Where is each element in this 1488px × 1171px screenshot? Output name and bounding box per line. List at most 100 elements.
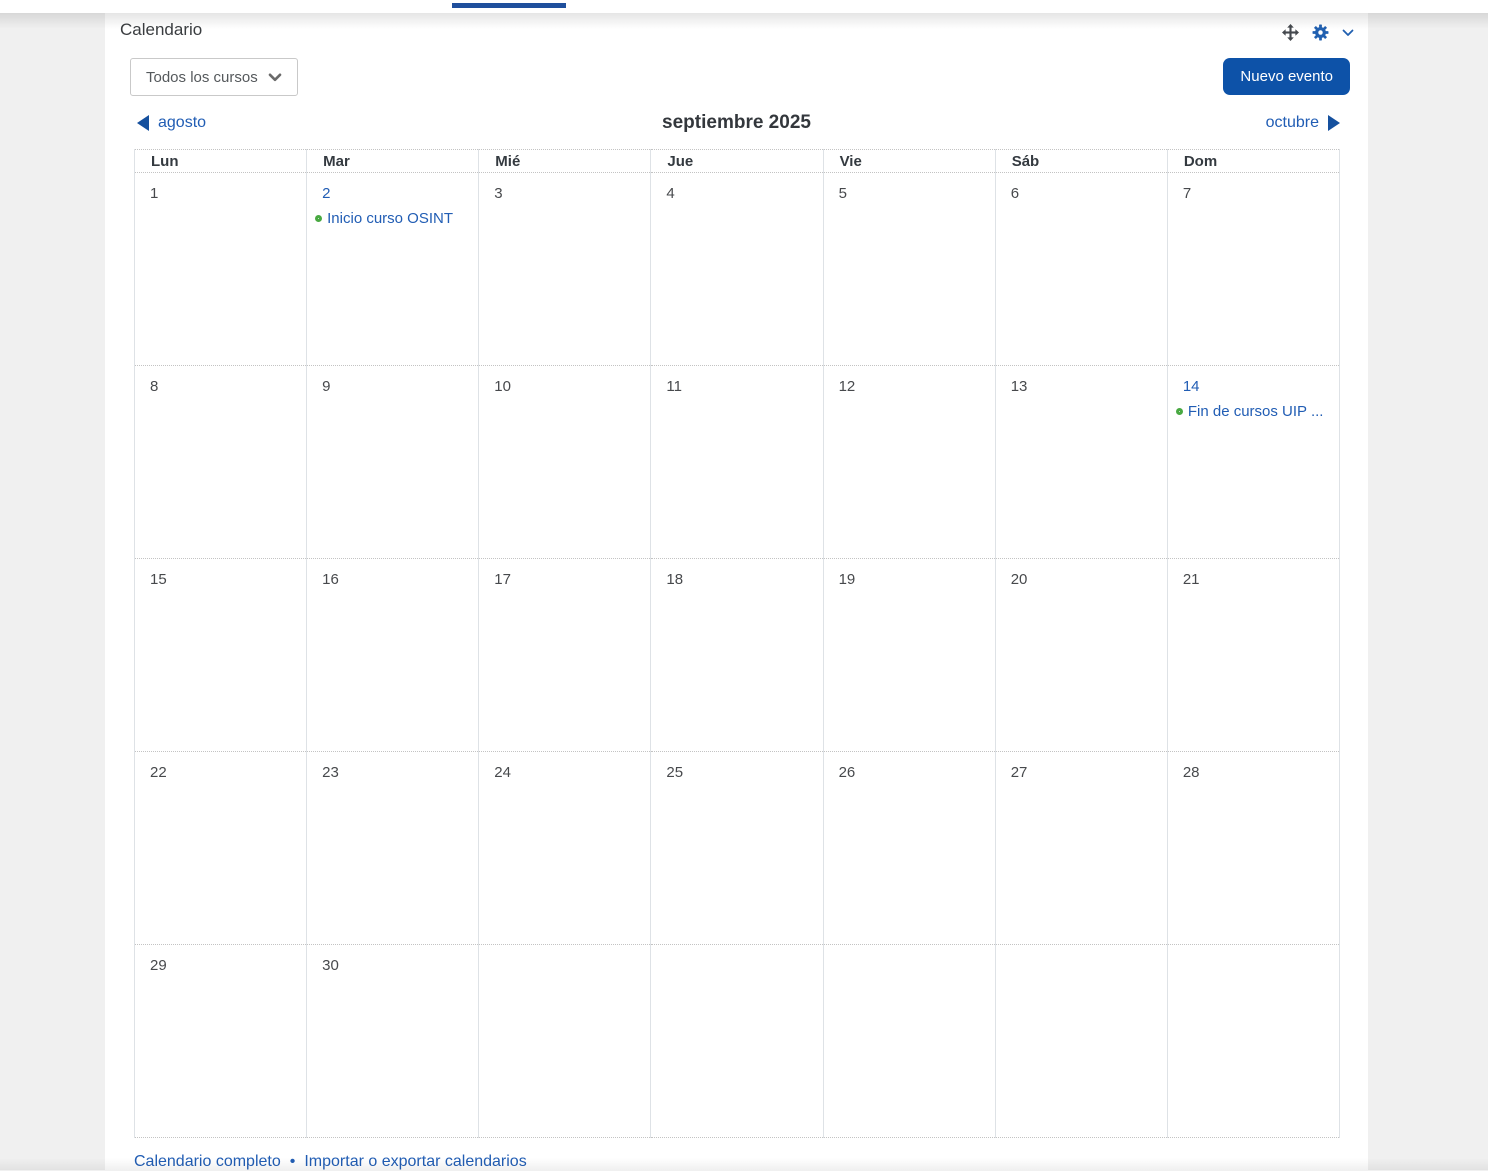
block-actions	[1282, 20, 1354, 41]
day-number: 10	[494, 378, 511, 395]
weekday-header: Mié	[479, 150, 651, 173]
day-cell-20: 20	[995, 559, 1167, 752]
day-cell-22: 22	[135, 752, 307, 945]
day-number: 26	[839, 764, 856, 781]
day-number: 3	[494, 185, 502, 202]
day-cell-26: 26	[823, 752, 995, 945]
day-number: 5	[839, 185, 847, 202]
day-cell-12: 12	[823, 366, 995, 559]
day-cell-empty	[479, 945, 651, 1138]
day-cell-24: 24	[479, 752, 651, 945]
day-cell-8: 8	[135, 366, 307, 559]
full-calendar-link[interactable]: Calendario completo	[134, 1153, 281, 1171]
weekday-header: Lun	[135, 150, 307, 173]
day-number: 28	[1183, 764, 1200, 781]
day-cell-25: 25	[651, 752, 823, 945]
day-number: 20	[1011, 571, 1028, 588]
active-tab-indicator	[452, 3, 566, 8]
separator-dot: •	[290, 1153, 296, 1171]
caret-down-icon	[268, 73, 282, 82]
day-cell-27: 27	[995, 752, 1167, 945]
day-number: 16	[322, 571, 339, 588]
calendar-toolbar: Todos los cursos Nuevo evento	[105, 58, 1368, 96]
calendar-footer: Calendario completo • Importar o exporta…	[134, 1153, 1368, 1171]
event-link[interactable]: Inicio curso OSINT	[315, 210, 472, 227]
day-number: 18	[666, 571, 683, 588]
day-cell-3: 3	[479, 173, 651, 366]
gear-icon[interactable]	[1312, 24, 1329, 41]
weekday-header: Vie	[823, 150, 995, 173]
day-cell-10: 10	[479, 366, 651, 559]
move-icon[interactable]	[1282, 24, 1299, 41]
day-number: 21	[1183, 571, 1200, 588]
day-number: 22	[150, 764, 167, 781]
day-number-link[interactable]: 14	[1183, 378, 1200, 395]
day-cell-21: 21	[1167, 559, 1339, 752]
month-navigation: agosto septiembre 2025 octubre	[105, 112, 1368, 138]
next-month-link[interactable]: octubre	[1266, 114, 1340, 132]
day-cell-2: 2 Inicio curso OSINT	[307, 173, 479, 366]
day-cell-28: 28	[1167, 752, 1339, 945]
event-label: Inicio curso OSINT	[327, 210, 453, 227]
calendar-week-row: 12 Inicio curso OSINT 3 4 5 67	[135, 173, 1340, 366]
calendar-block: Calendario	[105, 13, 1368, 1170]
weekday-header: Dom	[1167, 150, 1339, 173]
day-cell-1: 1	[135, 173, 307, 366]
top-bar	[0, 0, 1488, 13]
day-cell-11: 11	[651, 366, 823, 559]
day-number: 4	[666, 185, 674, 202]
day-cell-empty	[1167, 945, 1339, 1138]
day-cell-empty	[823, 945, 995, 1138]
event-label: Fin de cursos UIP ...	[1188, 403, 1324, 420]
weekday-header: Mar	[307, 150, 479, 173]
day-number: 23	[322, 764, 339, 781]
day-number: 27	[1011, 764, 1028, 781]
day-number: 17	[494, 571, 511, 588]
course-filter-dropdown[interactable]: Todos los cursos	[130, 58, 298, 96]
course-filter-value: Todos los cursos	[146, 69, 258, 86]
day-cell-15: 15	[135, 559, 307, 752]
calendar-week-row: 29 30	[135, 945, 1340, 1138]
day-cell-29: 29	[135, 945, 307, 1138]
day-number: 13	[1011, 378, 1028, 395]
day-number: 25	[666, 764, 683, 781]
day-cell-19: 19	[823, 559, 995, 752]
weekday-header-row: LunMarMiéJueVieSábDom	[135, 150, 1340, 173]
calendar-week-row: 22 23 24 25 26 27 28	[135, 752, 1340, 945]
day-number: 12	[839, 378, 856, 395]
day-cell-7: 7	[1167, 173, 1339, 366]
weekday-header: Sáb	[995, 150, 1167, 173]
day-cell-4: 4	[651, 173, 823, 366]
day-cell-5: 5	[823, 173, 995, 366]
calendar-grid: LunMarMiéJueVieSábDom 12 Inicio curso OSI…	[134, 149, 1340, 1138]
day-number: 7	[1183, 185, 1191, 202]
event-link[interactable]: Fin de cursos UIP ...	[1176, 403, 1333, 420]
import-export-link[interactable]: Importar o exportar calendarios	[304, 1153, 526, 1171]
day-number: 11	[666, 378, 682, 395]
day-cell-30: 30	[307, 945, 479, 1138]
new-event-button[interactable]: Nuevo evento	[1223, 58, 1350, 95]
day-cell-13: 13	[995, 366, 1167, 559]
arrow-right-icon	[1328, 115, 1340, 131]
day-cell-17: 17	[479, 559, 651, 752]
day-cell-14: 14 Fin de cursos UIP ...	[1167, 366, 1339, 559]
block-header: Calendario	[105, 13, 1368, 41]
day-cell-9: 9	[307, 366, 479, 559]
day-number: 24	[494, 764, 511, 781]
day-number: 8	[150, 378, 158, 395]
calendar-week-row: 8 9 10 11 12 13 14 Fin de cursos UIP ...	[135, 366, 1340, 559]
day-number: 30	[322, 957, 339, 974]
day-number: 9	[322, 378, 330, 395]
day-number: 15	[150, 571, 167, 588]
day-cell-23: 23	[307, 752, 479, 945]
chevron-down-icon[interactable]	[1342, 29, 1354, 37]
day-cell-empty	[995, 945, 1167, 1138]
day-cell-16: 16	[307, 559, 479, 752]
day-cell-18: 18	[651, 559, 823, 752]
day-number: 29	[150, 957, 167, 974]
day-number-link[interactable]: 2	[322, 185, 330, 202]
course-event-icon	[315, 215, 322, 222]
day-number: 19	[839, 571, 856, 588]
day-cell-6: 6	[995, 173, 1167, 366]
day-cell-empty	[651, 945, 823, 1138]
